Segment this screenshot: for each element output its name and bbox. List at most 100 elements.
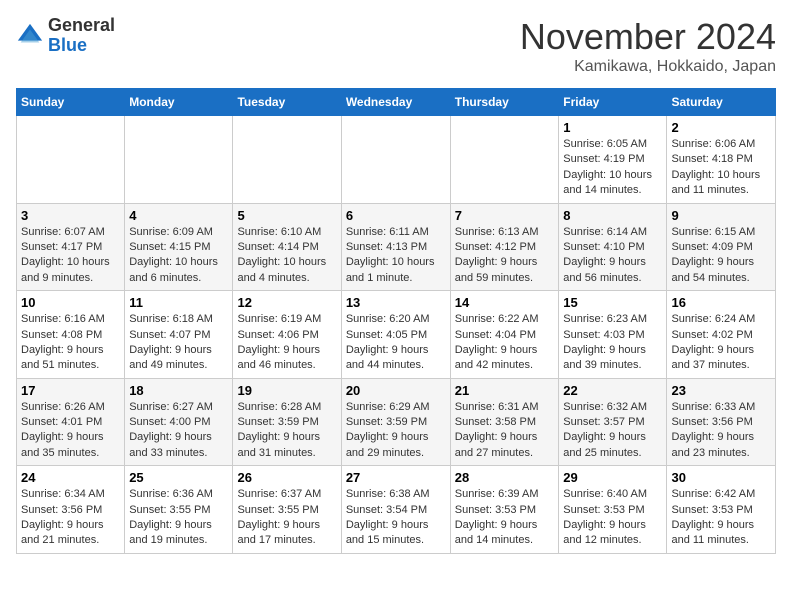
calendar-week-row: 17 Sunrise: 6:26 AM Sunset: 4:01 PM Dayli…: [17, 378, 776, 466]
day-number: 13: [346, 295, 446, 310]
calendar-cell: 7 Sunrise: 6:13 AM Sunset: 4:12 PM Daylig…: [450, 203, 559, 291]
day-info: Sunrise: 6:42 AM Sunset: 3:53 PM Dayligh…: [671, 487, 771, 549]
day-info: Sunrise: 6:06 AM Sunset: 4:18 PM Dayligh…: [671, 137, 771, 199]
calendar-cell: 24 Sunrise: 6:34 AM Sunset: 3:56 PM Dayli…: [17, 466, 125, 554]
location-subtitle: Kamikawa, Hokkaido, Japan: [520, 58, 776, 76]
day-info: Sunrise: 6:33 AM Sunset: 3:56 PM Dayligh…: [671, 400, 771, 462]
day-number: 5: [237, 208, 336, 223]
day-number: 25: [129, 470, 228, 485]
day-number: 18: [129, 383, 228, 398]
day-number: 14: [455, 295, 555, 310]
calendar-header-wednesday: Wednesday: [341, 89, 450, 116]
logo-general: General: [48, 16, 115, 36]
page-header: General Blue November 2024 Kamikawa, Hok…: [16, 16, 776, 76]
calendar-cell: 30 Sunrise: 6:42 AM Sunset: 3:53 PM Dayli…: [667, 466, 776, 554]
calendar-cell: 26Sunrise: 6:37 AM Sunset: 3:55 PM Dayli…: [233, 466, 341, 554]
day-info: Sunrise: 6:31 AM Sunset: 3:58 PM Dayligh…: [455, 400, 555, 462]
logo-text: General Blue: [48, 16, 115, 56]
day-info: Sunrise: 6:37 AM Sunset: 3:55 PM Dayligh…: [237, 487, 336, 549]
day-info: Sunrise: 6:18 AM Sunset: 4:07 PM Dayligh…: [129, 312, 228, 374]
calendar-cell: 13 Sunrise: 6:20 AM Sunset: 4:05 PM Dayli…: [341, 291, 450, 379]
logo: General Blue: [16, 16, 115, 56]
day-info: Sunrise: 6:39 AM Sunset: 3:53 PM Dayligh…: [455, 487, 555, 549]
day-number: 3: [21, 208, 120, 223]
calendar-cell: [233, 116, 341, 204]
calendar-cell: 15Sunrise: 6:23 AM Sunset: 4:03 PM Dayli…: [559, 291, 667, 379]
day-info: Sunrise: 6:38 AM Sunset: 3:54 PM Dayligh…: [346, 487, 446, 549]
day-info: Sunrise: 6:15 AM Sunset: 4:09 PM Dayligh…: [671, 225, 771, 287]
day-info: Sunrise: 6:20 AM Sunset: 4:05 PM Dayligh…: [346, 312, 446, 374]
calendar-cell: 21Sunrise: 6:31 AM Sunset: 3:58 PM Dayli…: [450, 378, 559, 466]
day-number: 19: [237, 383, 336, 398]
calendar-cell: 9 Sunrise: 6:15 AM Sunset: 4:09 PM Daylig…: [667, 203, 776, 291]
calendar-header-tuesday: Tuesday: [233, 89, 341, 116]
calendar-cell: 18 Sunrise: 6:27 AM Sunset: 4:00 PM Dayli…: [125, 378, 233, 466]
day-info: Sunrise: 6:09 AM Sunset: 4:15 PM Dayligh…: [129, 225, 228, 287]
calendar-cell: 29Sunrise: 6:40 AM Sunset: 3:53 PM Dayli…: [559, 466, 667, 554]
day-number: 23: [671, 383, 771, 398]
calendar-header-friday: Friday: [559, 89, 667, 116]
calendar-week-row: 3Sunrise: 6:07 AM Sunset: 4:17 PM Daylig…: [17, 203, 776, 291]
day-info: Sunrise: 6:23 AM Sunset: 4:03 PM Dayligh…: [563, 312, 662, 374]
day-info: Sunrise: 6:36 AM Sunset: 3:55 PM Dayligh…: [129, 487, 228, 549]
calendar-cell: 20 Sunrise: 6:29 AM Sunset: 3:59 PM Dayli…: [341, 378, 450, 466]
day-number: 24: [21, 470, 120, 485]
day-info: Sunrise: 6:13 AM Sunset: 4:12 PM Dayligh…: [455, 225, 555, 287]
day-number: 4: [129, 208, 228, 223]
day-info: Sunrise: 6:27 AM Sunset: 4:00 PM Dayligh…: [129, 400, 228, 462]
day-info: Sunrise: 6:24 AM Sunset: 4:02 PM Dayligh…: [671, 312, 771, 374]
day-info: Sunrise: 6:14 AM Sunset: 4:10 PM Dayligh…: [563, 225, 662, 287]
calendar-cell: 2 Sunrise: 6:06 AM Sunset: 4:18 PM Daylig…: [667, 116, 776, 204]
calendar-cell: 23 Sunrise: 6:33 AM Sunset: 3:56 PM Dayli…: [667, 378, 776, 466]
day-number: 30: [671, 470, 771, 485]
calendar-cell: 11 Sunrise: 6:18 AM Sunset: 4:07 PM Dayli…: [125, 291, 233, 379]
calendar-cell: 19 Sunrise: 6:28 AM Sunset: 3:59 PM Dayli…: [233, 378, 341, 466]
calendar-header-sunday: Sunday: [17, 89, 125, 116]
day-info: Sunrise: 6:22 AM Sunset: 4:04 PM Dayligh…: [455, 312, 555, 374]
day-info: Sunrise: 6:05 AM Sunset: 4:19 PM Dayligh…: [563, 137, 662, 199]
calendar-week-row: 24 Sunrise: 6:34 AM Sunset: 3:56 PM Dayli…: [17, 466, 776, 554]
day-number: 28: [455, 470, 555, 485]
calendar-cell: 1Sunrise: 6:05 AM Sunset: 4:19 PM Daylig…: [559, 116, 667, 204]
day-info: Sunrise: 6:19 AM Sunset: 4:06 PM Dayligh…: [237, 312, 336, 374]
calendar-header-row: SundayMondayTuesdayWednesdayThursdayFrid…: [17, 89, 776, 116]
calendar-header-saturday: Saturday: [667, 89, 776, 116]
title-block: November 2024 Kamikawa, Hokkaido, Japan: [520, 16, 776, 76]
day-number: 7: [455, 208, 555, 223]
day-info: Sunrise: 6:29 AM Sunset: 3:59 PM Dayligh…: [346, 400, 446, 462]
day-number: 10: [21, 295, 120, 310]
calendar-week-row: 1Sunrise: 6:05 AM Sunset: 4:19 PM Daylig…: [17, 116, 776, 204]
day-number: 9: [671, 208, 771, 223]
calendar-header-monday: Monday: [125, 89, 233, 116]
calendar-cell: 25 Sunrise: 6:36 AM Sunset: 3:55 PM Dayli…: [125, 466, 233, 554]
day-number: 2: [671, 120, 771, 135]
day-info: Sunrise: 6:32 AM Sunset: 3:57 PM Dayligh…: [563, 400, 662, 462]
day-number: 20: [346, 383, 446, 398]
calendar-cell: 12 Sunrise: 6:19 AM Sunset: 4:06 PM Dayli…: [233, 291, 341, 379]
calendar-cell: 22 Sunrise: 6:32 AM Sunset: 3:57 PM Dayli…: [559, 378, 667, 466]
calendar-cell: 8 Sunrise: 6:14 AM Sunset: 4:10 PM Daylig…: [559, 203, 667, 291]
calendar-cell: [17, 116, 125, 204]
calendar-cell: 14 Sunrise: 6:22 AM Sunset: 4:04 PM Dayli…: [450, 291, 559, 379]
day-info: Sunrise: 6:28 AM Sunset: 3:59 PM Dayligh…: [237, 400, 336, 462]
day-number: 11: [129, 295, 228, 310]
calendar-cell: 16 Sunrise: 6:24 AM Sunset: 4:02 PM Dayli…: [667, 291, 776, 379]
day-number: 17: [21, 383, 120, 398]
day-info: Sunrise: 6:26 AM Sunset: 4:01 PM Dayligh…: [21, 400, 120, 462]
calendar-cell: 4 Sunrise: 6:09 AM Sunset: 4:15 PM Daylig…: [125, 203, 233, 291]
day-info: Sunrise: 6:34 AM Sunset: 3:56 PM Dayligh…: [21, 487, 120, 549]
day-number: 6: [346, 208, 446, 223]
day-info: Sunrise: 6:16 AM Sunset: 4:08 PM Dayligh…: [21, 312, 120, 374]
calendar-cell: 27Sunrise: 6:38 AM Sunset: 3:54 PM Dayli…: [341, 466, 450, 554]
day-number: 8: [563, 208, 662, 223]
day-number: 22: [563, 383, 662, 398]
calendar-cell: 3Sunrise: 6:07 AM Sunset: 4:17 PM Daylig…: [17, 203, 125, 291]
calendar-cell: 5Sunrise: 6:10 AM Sunset: 4:14 PM Daylig…: [233, 203, 341, 291]
day-number: 12: [237, 295, 336, 310]
day-info: Sunrise: 6:40 AM Sunset: 3:53 PM Dayligh…: [563, 487, 662, 549]
day-info: Sunrise: 6:11 AM Sunset: 4:13 PM Dayligh…: [346, 225, 446, 287]
day-number: 16: [671, 295, 771, 310]
calendar-cell: [125, 116, 233, 204]
logo-icon: [16, 22, 44, 50]
month-year-title: November 2024: [520, 16, 776, 58]
